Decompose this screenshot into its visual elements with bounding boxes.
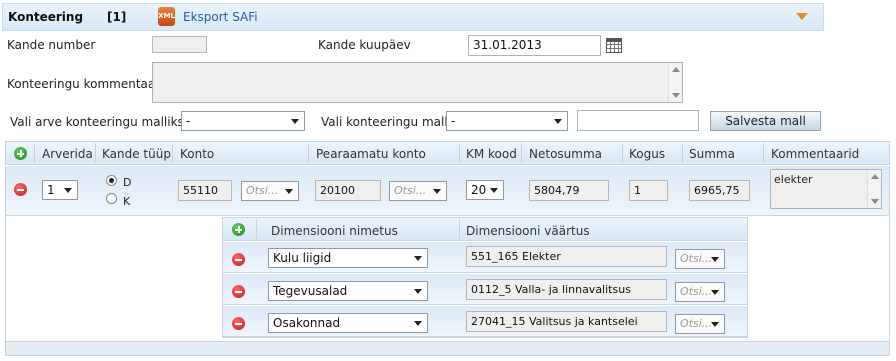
table-row <box>5 166 890 216</box>
column-separator <box>95 143 96 163</box>
dimension-search-select[interactable]: Otsi... <box>675 282 725 302</box>
kande-kuupaev-label: Kande kuupäev <box>318 38 411 52</box>
kande-number-label: Kande number <box>7 38 96 52</box>
chevron-down-icon <box>64 188 72 193</box>
chevron-down-icon <box>711 290 719 295</box>
arverida-select[interactable]: 1 <box>42 180 78 200</box>
type-d-label: D <box>123 176 132 189</box>
column-separator <box>763 143 764 163</box>
otsi-placeholder: Otsi... <box>680 252 713 265</box>
column-separator <box>172 143 173 163</box>
kande-number-field[interactable] <box>152 36 207 53</box>
col-summa: Summa <box>689 147 735 161</box>
collapse-arrow-icon[interactable] <box>796 13 808 20</box>
dimension-value-field[interactable]: 551_165 Elekter <box>466 246 667 267</box>
km-kood-value: 20 <box>471 183 487 197</box>
remove-dimension-icon[interactable] <box>232 285 245 298</box>
dimension-value-field[interactable]: 0112_5 Valla- ja linnavalitsus <box>466 279 667 300</box>
chevron-down-icon <box>490 188 498 193</box>
col-pearaamatu-konto: Pearaamatu konto <box>316 147 426 161</box>
dimension-name-select[interactable]: Kulu liigid <box>268 248 428 268</box>
summa-field[interactable]: 6965,75 <box>689 180 750 201</box>
export-safi-link[interactable]: Eksport SAFi <box>183 10 258 24</box>
column-separator <box>622 143 623 163</box>
type-k-radio[interactable] <box>106 193 117 204</box>
konteeringu-mall-select[interactable]: - <box>446 111 568 131</box>
xml-export-icon[interactable]: XML <box>158 7 175 26</box>
pearaamatu-search-select[interactable]: Otsi... <box>389 181 447 201</box>
column-separator <box>308 143 309 163</box>
kommentaar-value: elekter <box>774 173 813 186</box>
dimension-name-value: Kulu liigid <box>273 251 332 265</box>
dimension-value-field[interactable]: 27041_15 Valitsus ja kantselei <box>466 311 667 332</box>
otsi-placeholder: Otsi... <box>680 285 713 298</box>
col-konto: Konto <box>180 147 215 161</box>
dimension-search-select[interactable]: Otsi... <box>675 314 725 334</box>
arve-mall-value: - <box>186 114 191 128</box>
remove-dimension-icon[interactable] <box>232 317 245 330</box>
record-count: [1] <box>107 10 127 24</box>
otsi-placeholder: Otsi... <box>394 184 427 197</box>
salvesta-mall-button[interactable]: Salvesta mall <box>710 111 821 131</box>
kommentaar-label: Konteeringu kommentaar <box>7 77 161 91</box>
dimension-search-select[interactable]: Otsi... <box>675 249 725 269</box>
km-kood-select[interactable]: 20 <box>466 180 504 200</box>
col-arverida: Arverida <box>42 147 93 161</box>
col-netosumma: Netosumma <box>529 147 602 161</box>
chevron-down-icon <box>414 321 422 326</box>
chevron-down-icon <box>285 189 293 194</box>
arve-mall-label: Vali arve konteeringu malliks <box>10 115 184 129</box>
col-dimensiooni-nimetus: Dimensiooni nimetus <box>271 224 398 238</box>
col-kande-tuup: Kande tüüp <box>102 147 171 161</box>
kommentaar-textarea[interactable] <box>152 62 683 103</box>
column-separator <box>459 219 460 239</box>
dimension-name-select[interactable]: Tegevusalad <box>268 281 428 301</box>
arve-mall-select[interactable]: - <box>181 111 305 131</box>
col-kogus: Kogus <box>629 147 666 161</box>
column-separator <box>521 143 522 163</box>
arverida-value: 1 <box>47 183 55 197</box>
kommentaar-cell[interactable]: elekter <box>770 169 882 209</box>
col-dimensiooni-vaartus: Dimensiooni väärtus <box>466 224 590 238</box>
column-separator <box>682 143 683 163</box>
otsi-placeholder: Otsi... <box>680 317 713 330</box>
konteeringu-mall-label: Vali konteeringu mall <box>321 115 448 129</box>
type-k-label: K <box>123 195 131 208</box>
section-title: Konteering <box>8 10 84 24</box>
kogus-field[interactable]: 1 <box>629 180 668 201</box>
kande-kuupaev-field[interactable]: 31.01.2013 <box>468 35 601 56</box>
dimension-name-value: Osakonnad <box>273 316 341 330</box>
add-row-icon[interactable] <box>14 147 27 160</box>
chevron-down-icon <box>414 256 422 261</box>
column-separator <box>256 219 257 239</box>
konto-search-select[interactable]: Otsi... <box>241 181 299 201</box>
col-km-kood: KM kood <box>466 147 517 161</box>
chevron-down-icon <box>414 289 422 294</box>
chevron-down-icon <box>291 119 299 124</box>
grid-footer <box>5 341 890 356</box>
kommentaar-scrollbar[interactable] <box>668 63 682 102</box>
kommentaar-cell-scrollbar[interactable] <box>867 170 881 208</box>
netosumma-field[interactable]: 5804,79 <box>529 180 609 201</box>
dimension-name-select[interactable]: Osakonnad <box>268 313 428 333</box>
column-separator <box>459 143 460 163</box>
konteeringu-mall-value: - <box>451 114 456 128</box>
mall-name-input[interactable] <box>577 110 699 131</box>
dimension-name-value: Tegevusalad <box>273 284 348 298</box>
remove-dimension-icon[interactable] <box>232 253 245 266</box>
chevron-down-icon <box>433 189 441 194</box>
konto-field[interactable]: 55110 <box>178 180 232 201</box>
add-dimension-icon[interactable] <box>232 223 245 236</box>
chevron-down-icon <box>711 322 719 327</box>
column-separator <box>34 143 35 163</box>
remove-row-icon[interactable] <box>14 183 27 196</box>
col-kommentaarid: Kommentaarid <box>771 147 860 161</box>
type-d-radio[interactable] <box>106 175 117 186</box>
calendar-icon[interactable] <box>606 38 622 53</box>
chevron-down-icon <box>554 119 562 124</box>
chevron-down-icon <box>711 257 719 262</box>
pearaamatu-konto-field[interactable]: 20100 <box>315 180 381 201</box>
otsi-placeholder: Otsi... <box>246 184 279 197</box>
